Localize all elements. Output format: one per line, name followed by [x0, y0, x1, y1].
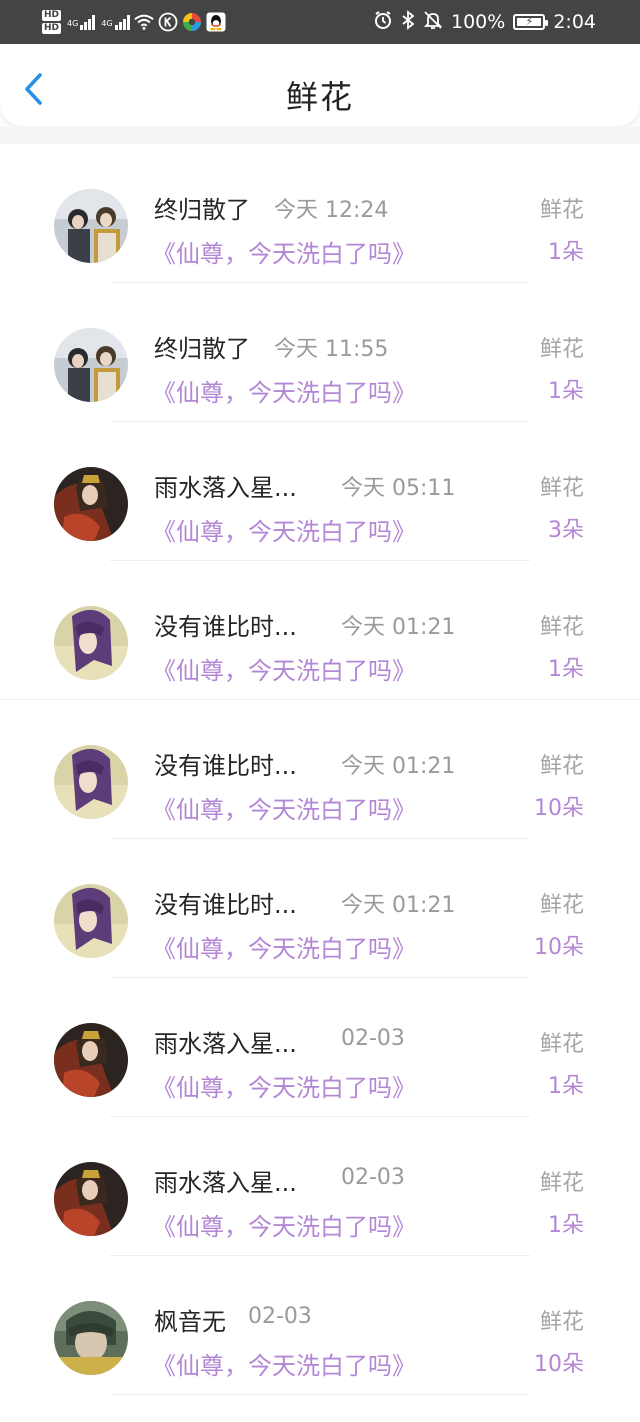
list-item[interactable]: 没有谁比时... 今天 01:21 《仙尊，今天洗白了吗》 鲜花 10朵 — [0, 839, 640, 978]
list-item[interactable]: 枫音无 02-03 《仙尊，今天洗白了吗》 鲜花 10朵 — [0, 1256, 640, 1395]
book-title-link[interactable]: 《仙尊，今天洗白了吗》 — [152, 1346, 416, 1381]
avatar[interactable] — [54, 884, 128, 958]
status-left-group: HD HD 4G 4G — [42, 4, 226, 40]
record-time: 02-03 — [248, 1304, 312, 1329]
bluetooth-icon — [401, 9, 415, 35]
gift-count: 3朵 — [548, 518, 584, 543]
avatar[interactable] — [54, 1301, 128, 1375]
gift-type: 鲜花 — [539, 615, 584, 640]
list-item[interactable]: 没有谁比时... 今天 01:21 《仙尊，今天洗白了吗》 鲜花 1朵 — [0, 561, 640, 700]
book-title-link[interactable]: 《仙尊，今天洗白了吗》 — [152, 1068, 416, 1103]
avatar[interactable] — [54, 745, 128, 819]
gift-record-list: 终归散了 今天 12:24 《仙尊，今天洗白了吗》 鲜花 1朵 终归散了 今天 … — [0, 144, 640, 1395]
sender-name: 终归散了 — [154, 196, 250, 224]
avatar[interactable] — [54, 328, 128, 402]
sender-name: 雨水落入星... — [154, 1030, 297, 1058]
hd-indicators: HD HD — [42, 10, 62, 34]
record-time: 今天 05:11 — [341, 476, 456, 501]
gift-type: 鲜花 — [539, 893, 584, 918]
avatar[interactable] — [54, 1023, 128, 1097]
hd-badge: HD — [42, 23, 62, 34]
gift-count: 10朵 — [534, 935, 584, 960]
avatar[interactable] — [54, 189, 128, 263]
clock: 2:04 — [553, 11, 596, 33]
sender-name: 终归散了 — [154, 335, 250, 363]
nav-header: 鲜花 — [0, 44, 640, 126]
gift-count: 10朵 — [534, 796, 584, 821]
status-bar: HD HD 4G 4G 100% ⚡ 2:04 — [0, 0, 640, 44]
gift-count: 10朵 — [534, 1352, 584, 1377]
record-time: 今天 01:21 — [341, 754, 456, 779]
sender-name: 没有谁比时... — [154, 613, 297, 641]
sender-name: 枫音无 — [154, 1308, 226, 1336]
signal-icon: 4G — [101, 14, 130, 30]
record-time: 02-03 — [341, 1026, 405, 1051]
record-time: 今天 01:21 — [341, 893, 456, 918]
sender-name: 雨水落入星... — [154, 1169, 297, 1197]
qq-icon — [206, 12, 226, 32]
list-item[interactable]: 终归散了 今天 12:24 《仙尊，今天洗白了吗》 鲜花 1朵 — [0, 144, 640, 283]
status-right-group: 100% ⚡ 2:04 — [373, 0, 596, 44]
gift-type: 鲜花 — [539, 1310, 584, 1335]
sender-name: 没有谁比时... — [154, 891, 297, 919]
gift-count: 1朵 — [548, 379, 584, 404]
row-divider — [110, 1394, 530, 1395]
battery-icon: ⚡ — [513, 14, 549, 30]
gift-type: 鲜花 — [539, 476, 584, 501]
hd-badge: HD — [42, 10, 62, 21]
gift-count: 1朵 — [548, 240, 584, 265]
network-type-label: 4G — [101, 19, 113, 28]
k-app-icon — [158, 12, 178, 32]
list-item[interactable]: 雨水落入星... 02-03 《仙尊，今天洗白了吗》 鲜花 1朵 — [0, 1117, 640, 1256]
sender-name: 雨水落入星... — [154, 474, 297, 502]
signal-icon: 4G — [67, 14, 96, 30]
avatar[interactable] — [54, 467, 128, 541]
avatar[interactable] — [54, 606, 128, 680]
book-title-link[interactable]: 《仙尊，今天洗白了吗》 — [152, 1207, 416, 1242]
book-title-link[interactable]: 《仙尊，今天洗白了吗》 — [152, 512, 416, 547]
battery-percent: 100% — [451, 11, 506, 33]
avatar[interactable] — [54, 1162, 128, 1236]
list-item[interactable]: 雨水落入星... 02-03 《仙尊，今天洗白了吗》 鲜花 1朵 — [0, 978, 640, 1117]
list-item[interactable]: 终归散了 今天 11:55 《仙尊，今天洗白了吗》 鲜花 1朵 — [0, 283, 640, 422]
gift-type: 鲜花 — [539, 1171, 584, 1196]
record-time: 02-03 — [341, 1165, 405, 1190]
page-title: 鲜花 — [285, 78, 354, 116]
record-time: 今天 01:21 — [341, 615, 456, 640]
book-title-link[interactable]: 《仙尊，今天洗白了吗》 — [152, 651, 416, 686]
gift-count: 1朵 — [548, 1213, 584, 1238]
sender-name: 没有谁比时... — [154, 752, 297, 780]
gift-count: 1朵 — [548, 1074, 584, 1099]
wifi-icon — [133, 12, 154, 32]
book-title-link[interactable]: 《仙尊，今天洗白了吗》 — [152, 373, 416, 408]
alarm-icon — [373, 10, 393, 35]
gift-type: 鲜花 — [539, 337, 584, 362]
gift-type: 鲜花 — [539, 754, 584, 779]
record-time: 今天 12:24 — [274, 198, 389, 223]
mute-bell-icon — [423, 10, 443, 35]
network-type-label: 4G — [67, 19, 79, 28]
book-title-link[interactable]: 《仙尊，今天洗白了吗》 — [152, 790, 416, 825]
record-time: 今天 11:55 — [274, 337, 389, 362]
list-item[interactable]: 没有谁比时... 今天 01:21 《仙尊，今天洗白了吗》 鲜花 10朵 — [0, 700, 640, 839]
gift-count: 1朵 — [548, 657, 584, 682]
gift-type: 鲜花 — [539, 1032, 584, 1057]
book-title-link[interactable]: 《仙尊，今天洗白了吗》 — [152, 929, 416, 964]
book-title-link[interactable]: 《仙尊，今天洗白了吗》 — [152, 234, 416, 269]
gift-type: 鲜花 — [539, 198, 584, 223]
header-gap — [0, 126, 640, 144]
colorful-app-icon — [182, 12, 202, 32]
list-item[interactable]: 雨水落入星... 今天 05:11 《仙尊，今天洗白了吗》 鲜花 3朵 — [0, 422, 640, 561]
